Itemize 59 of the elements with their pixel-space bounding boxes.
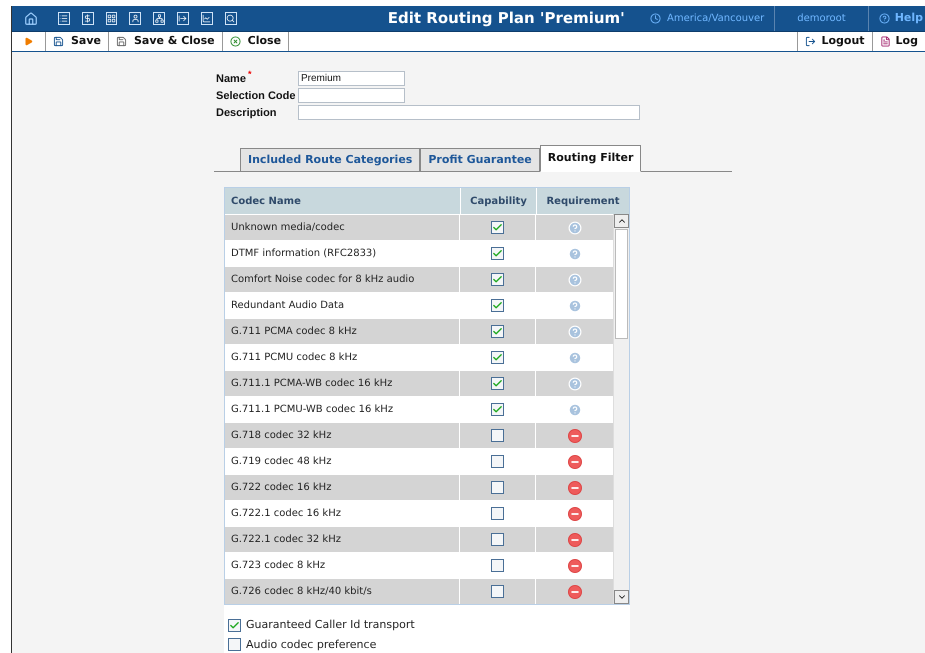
checkbox[interactable] — [491, 481, 504, 494]
checkbox[interactable] — [491, 351, 504, 364]
help-icon[interactable] — [878, 13, 890, 24]
text-field[interactable] — [298, 88, 405, 104]
checkbox[interactable] — [491, 455, 504, 468]
tab[interactable]: Routing Filter — [540, 145, 642, 172]
scroll-thumb[interactable] — [615, 229, 628, 339]
checkbox[interactable] — [228, 638, 241, 652]
timezone-link[interactable]: America/Vancouver — [667, 11, 764, 26]
column-header: Codec Name — [230, 194, 302, 208]
checkbox[interactable] — [491, 273, 504, 286]
text-field[interactable] — [298, 105, 640, 120]
home-icon[interactable] — [24, 12, 38, 26]
user-link[interactable]: demoroot — [775, 6, 869, 32]
field-label: Selection Code — [216, 88, 296, 104]
checkbox-label: Guaranteed Caller Id transport — [246, 617, 415, 633]
checkbox[interactable] — [491, 299, 504, 312]
grid-icon[interactable] — [106, 12, 118, 26]
scroll-up-icon[interactable] — [614, 214, 629, 228]
door-icon — [805, 36, 816, 48]
save-button[interactable]: Save — [46, 32, 109, 51]
person-icon[interactable] — [129, 12, 142, 26]
save-icon — [116, 36, 127, 48]
tab[interactable]: Profit Guarantee — [420, 148, 540, 172]
checkbox[interactable] — [491, 585, 504, 598]
required-mark: * — [248, 68, 252, 80]
checkbox[interactable] — [491, 429, 504, 442]
scroll-down-icon[interactable] — [614, 590, 629, 604]
checkbox[interactable] — [491, 403, 504, 416]
save-icon — [53, 36, 64, 48]
checkbox[interactable] — [491, 325, 504, 338]
help-link[interactable]: Help — [894, 10, 924, 27]
tab[interactable]: Included Route Categories — [240, 148, 420, 172]
scrollbar[interactable] — [613, 214, 629, 604]
log-button[interactable]: Log — [872, 32, 925, 51]
list-icon[interactable] — [58, 12, 70, 26]
search-icon[interactable] — [224, 12, 236, 26]
dollar-icon[interactable] — [82, 12, 94, 26]
checkbox[interactable] — [491, 221, 504, 234]
save-close-button[interactable]: Save & Close — [108, 32, 223, 51]
clock-icon[interactable] — [650, 13, 661, 24]
checkbox[interactable] — [228, 618, 241, 632]
log-icon — [880, 36, 891, 48]
checkbox-label: Audio codec preference — [246, 636, 376, 652]
table-cell: G.726 codec 8 kHz/40 kbit/s — [225, 579, 460, 604]
checkbox[interactable] — [491, 247, 504, 260]
checkbox[interactable] — [491, 559, 504, 572]
network-icon[interactable] — [153, 12, 166, 26]
field-label: Name — [216, 72, 246, 86]
close-button[interactable]: Close — [222, 32, 290, 51]
window-title: Edit Routing Plan 'Premium' — [386, 8, 626, 30]
checkbox[interactable] — [491, 507, 504, 520]
checkbox[interactable] — [491, 377, 504, 390]
field-label: Description — [216, 106, 277, 120]
text-field[interactable]: Premium — [298, 71, 405, 86]
logout-button[interactable]: Logout — [797, 32, 872, 51]
close-icon — [230, 36, 241, 48]
checkbox[interactable] — [491, 533, 504, 546]
chart-icon[interactable] — [200, 12, 213, 26]
